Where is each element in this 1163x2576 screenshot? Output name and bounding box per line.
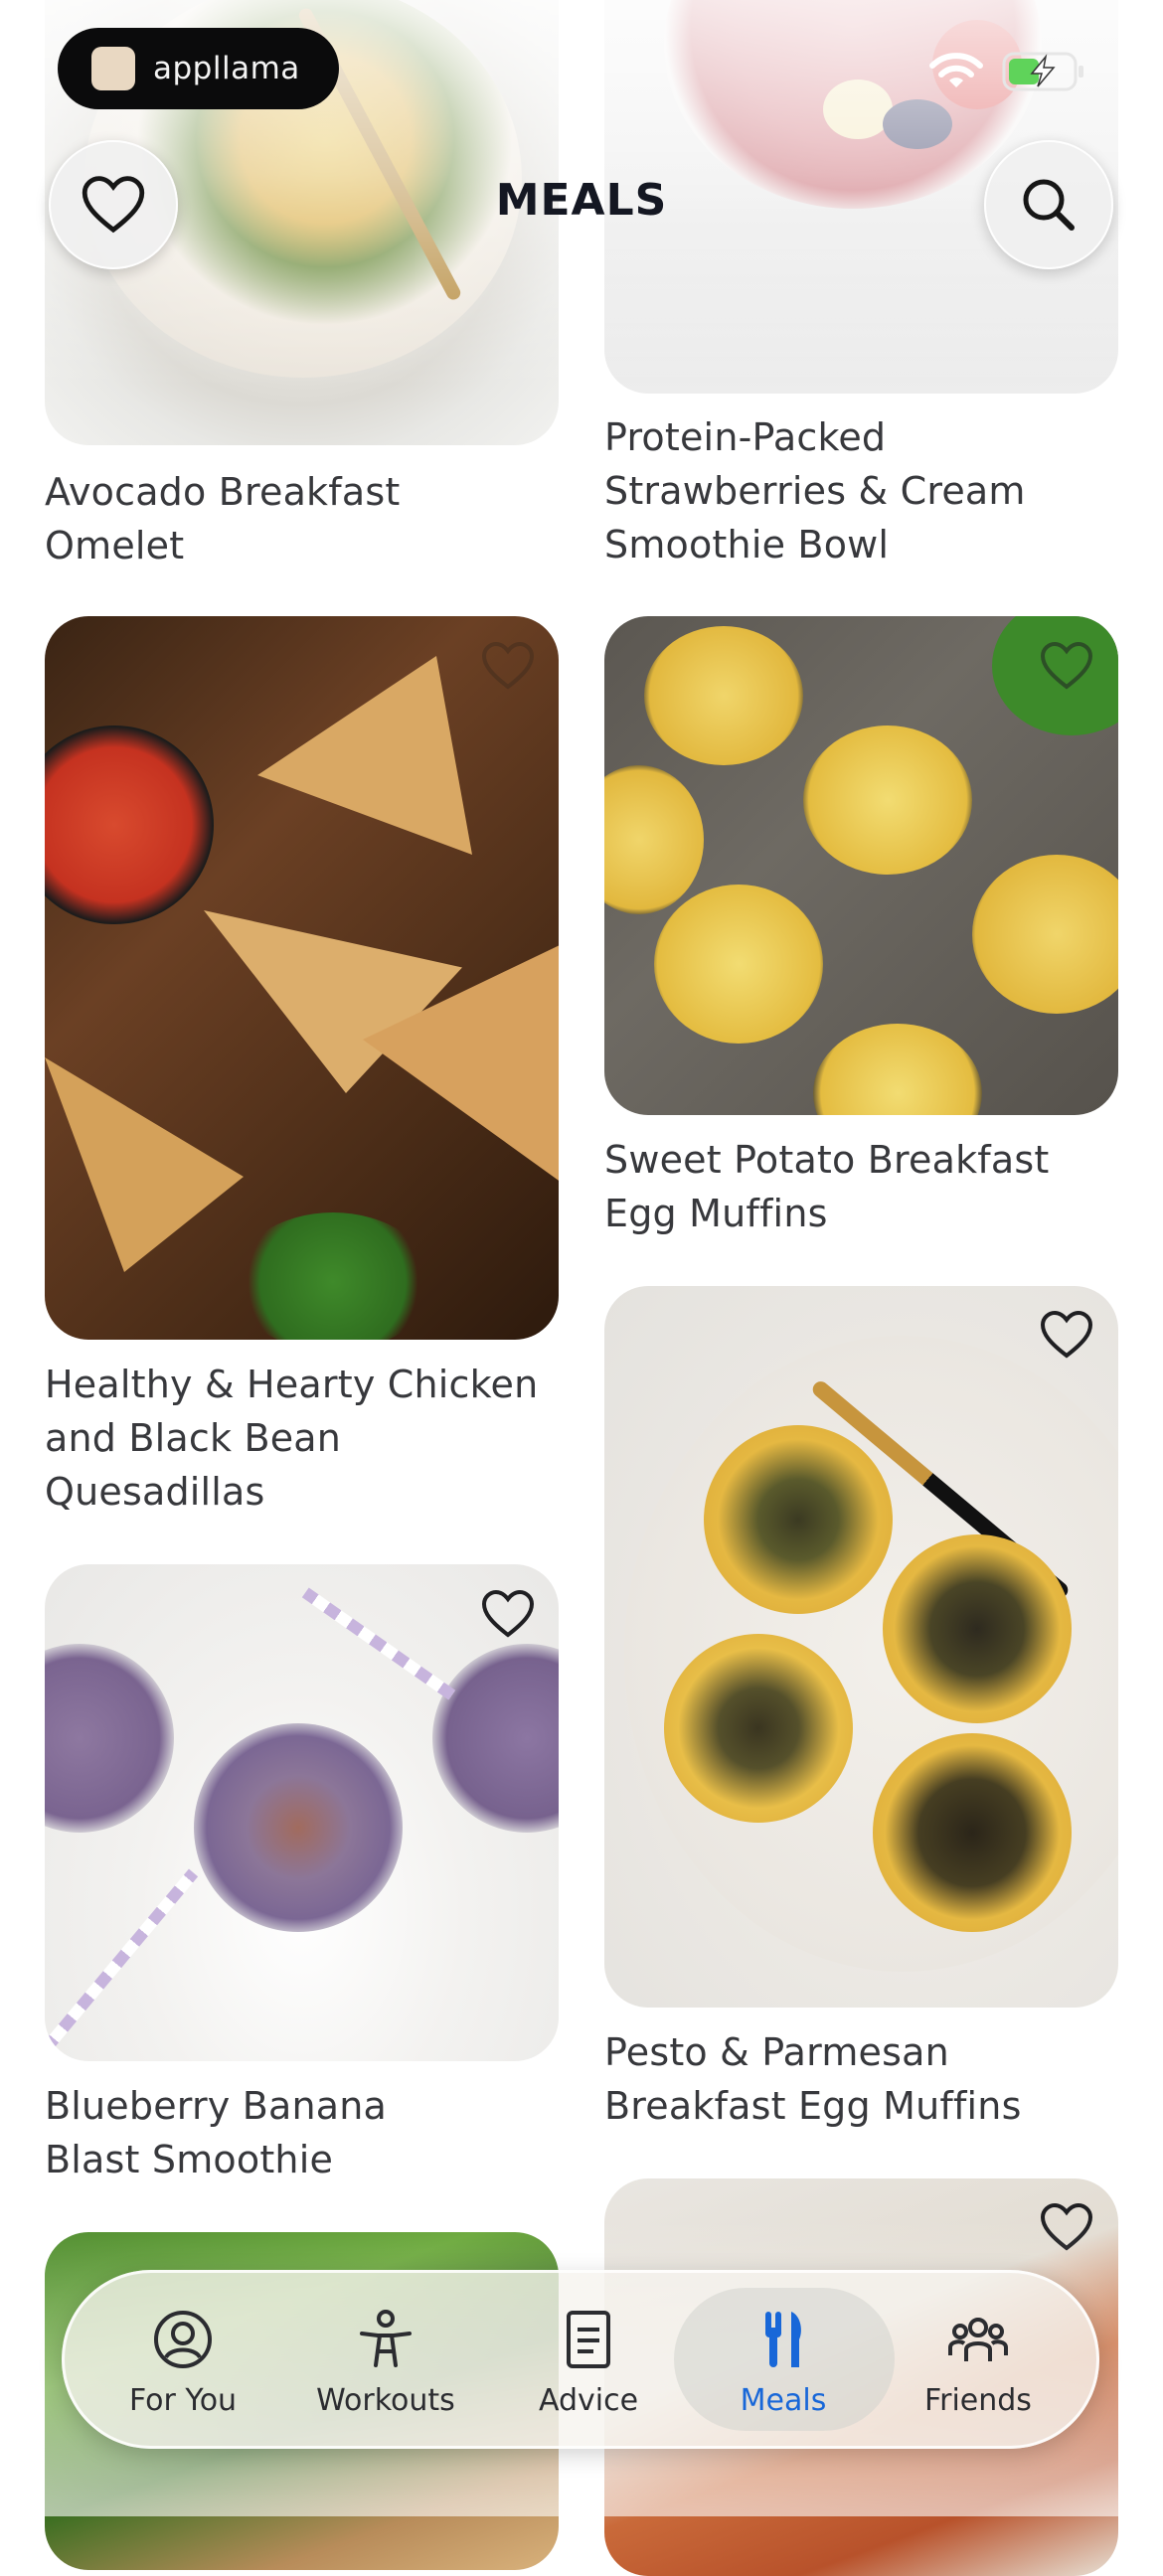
egg-muffin bbox=[813, 1024, 982, 1115]
group-icon bbox=[948, 2318, 1008, 2361]
banana-slice bbox=[823, 80, 893, 139]
recipe-title[interactable]: Protein-Packed Strawberries & Cream Smoo… bbox=[604, 410, 1026, 571]
document-icon bbox=[567, 2311, 610, 2368]
blueberries bbox=[883, 99, 952, 149]
smoothie-glass bbox=[45, 1644, 174, 1833]
tab-label: Advice bbox=[538, 2383, 639, 2418]
egg-muffin bbox=[972, 855, 1118, 1014]
smoothie-glass bbox=[432, 1644, 559, 1833]
cilantro bbox=[234, 1212, 432, 1340]
tab-meals[interactable]: Meals bbox=[684, 2270, 883, 2449]
straw bbox=[301, 1587, 456, 1700]
status-bar-app-pill: appllama bbox=[58, 28, 339, 109]
tab-for-you[interactable]: For You bbox=[83, 2270, 282, 2449]
smoothie-glass bbox=[194, 1723, 403, 1932]
egg-muffin bbox=[873, 1733, 1072, 1932]
egg-muffin bbox=[604, 765, 704, 914]
bottom-tab-bar: For You Workouts Advice Meals Friends bbox=[62, 2270, 1099, 2449]
recipe-image-blueberry-smoothie[interactable] bbox=[45, 1564, 559, 2061]
recipe-title[interactable]: Healthy & Hearty Chicken and Black Bean … bbox=[45, 1358, 538, 1519]
tab-label: For You bbox=[128, 2383, 238, 2418]
tab-label: Workouts bbox=[316, 2383, 455, 2418]
tab-label: Friends bbox=[924, 2383, 1032, 2418]
egg-muffin bbox=[883, 1534, 1072, 1723]
status-icons bbox=[928, 52, 1085, 91]
egg-muffin bbox=[654, 885, 823, 1044]
favorite-heart-icon[interactable] bbox=[481, 1589, 535, 1639]
tab-label: Meals bbox=[740, 2383, 827, 2418]
favorite-heart-icon[interactable] bbox=[1040, 1310, 1093, 1360]
egg-muffin bbox=[803, 725, 972, 875]
exercise-figure-icon bbox=[360, 2310, 412, 2367]
llama-logo-icon bbox=[91, 47, 135, 90]
search-button[interactable] bbox=[984, 140, 1113, 269]
egg-muffin bbox=[644, 626, 803, 765]
salsa-bowl bbox=[45, 725, 214, 924]
tab-workouts[interactable]: Workouts bbox=[286, 2270, 485, 2449]
recipe-title[interactable]: Sweet Potato Breakfast Egg Muffins bbox=[604, 1133, 1049, 1240]
tab-friends[interactable]: Friends bbox=[879, 2270, 1078, 2449]
search-icon bbox=[1023, 179, 1075, 231]
recipe-image-pesto-muffins[interactable] bbox=[604, 1286, 1118, 2008]
tab-advice[interactable]: Advice bbox=[489, 2270, 688, 2449]
recipe-image-sweet-potato-muffins[interactable] bbox=[604, 616, 1118, 1115]
recipe-title[interactable]: Blueberry Banana Blast Smoothie bbox=[45, 2079, 387, 2186]
straw bbox=[45, 1868, 199, 2061]
quesadilla-wedge bbox=[45, 1057, 244, 1272]
recipe-title[interactable]: Pesto & Parmesan Breakfast Egg Muffins bbox=[604, 2025, 1022, 2133]
fork-knife-icon bbox=[765, 2312, 801, 2367]
quesadilla-wedge bbox=[257, 656, 472, 855]
person-circle-icon bbox=[154, 2311, 212, 2368]
wifi-icon bbox=[929, 53, 983, 87]
recipe-image-quesadillas[interactable] bbox=[45, 616, 559, 1340]
egg-muffin bbox=[704, 1425, 893, 1614]
favorite-heart-icon[interactable] bbox=[481, 641, 535, 691]
app-logo-text: appllama bbox=[153, 51, 300, 86]
favorite-heart-icon[interactable] bbox=[1040, 641, 1093, 691]
egg-muffin bbox=[664, 1634, 853, 1823]
recipe-title[interactable]: Avocado Breakfast Omelet bbox=[45, 465, 400, 572]
battery-charging-icon bbox=[1002, 52, 1083, 91]
